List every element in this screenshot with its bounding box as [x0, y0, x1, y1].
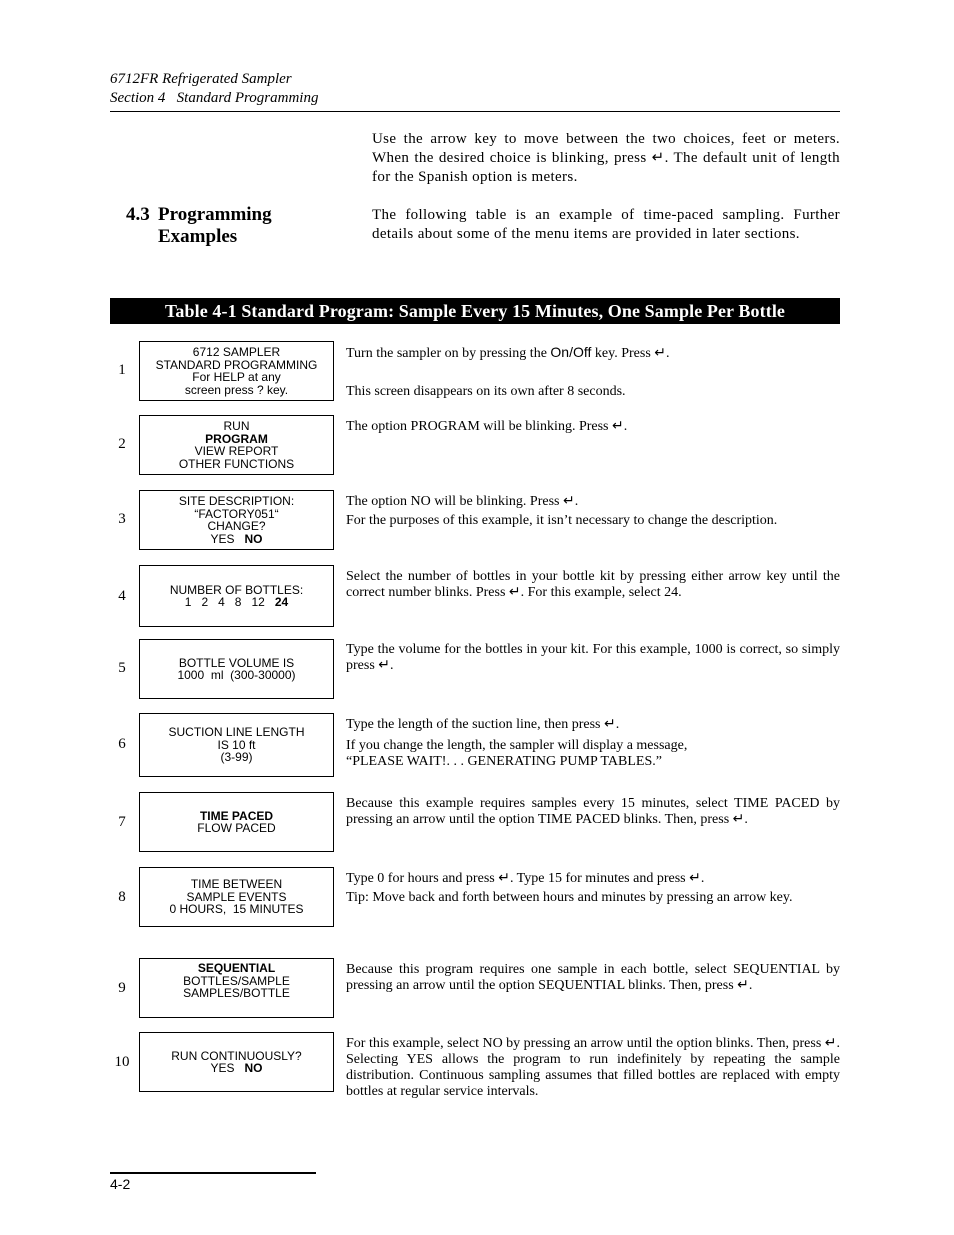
lcd-screen: BOTTLE VOLUME IS 1000 ml (300-30000)	[139, 639, 334, 699]
table-row: 7 TIME PACED FLOW PACED Because this exa…	[110, 791, 840, 853]
selected-option: NO	[244, 531, 263, 546]
screen-line: YES NO	[210, 1061, 263, 1075]
step-number: 2	[118, 436, 126, 452]
header-divider	[110, 111, 840, 112]
description-tip: Tip: Move back and forth between hours a…	[346, 890, 793, 905]
step-description: The option PROGRAM will be blinking. Pre…	[346, 419, 840, 435]
table-row: 6 SUCTION LINE LENGTH IS 10 ft (3-99) Ty…	[110, 712, 840, 778]
screen-line: FLOW PACED	[197, 821, 276, 835]
table-row: 5 BOTTLE VOLUME IS 1000 ml (300-30000) T…	[110, 638, 840, 700]
description-text: Type the volume for the bottles in your …	[346, 642, 840, 673]
screen-line: OTHER FUNCTIONS	[178, 456, 295, 471]
section-heading: 4.3 Programming Examples	[126, 204, 272, 248]
step-description: Turn the sampler on by pressing the On/O…	[346, 344, 840, 400]
selected-option: NO	[244, 1061, 263, 1075]
step-number: 6	[118, 736, 126, 752]
description-note: For the purposes of this example, it isn…	[346, 513, 778, 528]
section-title: Section 4 Standard Programming	[110, 90, 319, 106]
description-note: This screen disappears on its own after …	[346, 384, 626, 399]
description-text: The option NO will be blinking. Press ↵.	[346, 494, 579, 509]
selected-option: 24	[274, 595, 289, 609]
table-row: 8 TIME BETWEEN SAMPLE EVENTS 0 HOURS, 15…	[110, 866, 840, 928]
section-title-line1: Programming	[158, 204, 272, 225]
section-title-line2: Examples	[158, 226, 238, 247]
table-row: 3 SITE DESCRIPTION: “FACTORY051“ CHANGE?…	[110, 489, 840, 551]
intro-paragraph-table: The following table is an example of tim…	[372, 207, 840, 242]
manual-title: 6712FR Refrigerated Sampler	[110, 71, 292, 87]
step-description: For this example, select NO by pressing …	[346, 1036, 840, 1100]
step-description: Type the length of the suction line, the…	[346, 717, 840, 770]
lcd-screen: SUCTION LINE LENGTH IS 10 ft (3-99)	[139, 713, 334, 777]
description-note: If you change the length, the sampler wi…	[346, 738, 688, 769]
lcd-screen: SEQUENTIAL BOTTLES/SAMPLE SAMPLES/BOTTLE	[139, 958, 334, 1018]
description-text: For this example, select NO by pressing …	[346, 1036, 841, 1099]
description-text: Because this program requires one sample…	[346, 962, 840, 993]
intro-paragraph-units: Use the arrow key to move between the tw…	[372, 131, 840, 185]
page-number: 4-2	[110, 1176, 131, 1192]
step-description: The option NO will be blinking. Press ↵.…	[346, 494, 840, 529]
step-number: 8	[118, 889, 126, 905]
table-row: 10 RUN CONTINUOUSLY? YES NO For this exa…	[110, 1031, 840, 1099]
step-description: Select the number of bottles in your bot…	[346, 569, 840, 601]
step-description: Because this example requires samples ev…	[346, 796, 840, 828]
step-description: Type the volume for the bottles in your …	[346, 642, 840, 674]
lcd-screen: RUN CONTINUOUSLY? YES NO	[139, 1032, 334, 1092]
table-row: 4 NUMBER OF BOTTLES: 1 2 4 8 12 24 Selec…	[110, 564, 840, 628]
screen-line: 0 HOURS, 15 MINUTES	[169, 902, 304, 917]
lcd-screen: 6712 SAMPLER STANDARD PROGRAMMING For HE…	[139, 341, 334, 401]
screen-line: YES NO	[210, 531, 263, 546]
lcd-screen: SITE DESCRIPTION: “FACTORY051“ CHANGE? Y…	[139, 490, 334, 550]
screen-line: 1 2 4 8 12 24	[184, 595, 289, 609]
table-row: 1 6712 SAMPLER STANDARD PROGRAMMING For …	[110, 340, 840, 402]
step-number: 9	[118, 980, 126, 996]
screen-line: SITE DESCRIPTION:	[178, 494, 295, 508]
screen-line: 1000 ml (300-30000)	[177, 668, 296, 682]
screen-line: SAMPLES/BOTTLE	[183, 986, 290, 1000]
screen-line: For HELP at any	[192, 370, 281, 384]
screen-line: SUCTION LINE LENGTH	[168, 725, 305, 740]
description-text: Select the number of bottles in your bot…	[346, 569, 840, 600]
section-number: 4.3	[126, 204, 150, 225]
step-number: 1	[118, 362, 126, 378]
screen-line: screen press ? key.	[184, 382, 289, 397]
on-off-key-label: On/Off	[550, 344, 592, 360]
step-number: 3	[118, 511, 126, 527]
step-description: Type 0 for hours and press ↵. Type 15 fo…	[346, 871, 840, 906]
step-number: 10	[114, 1054, 130, 1070]
lcd-screen: RUN PROGRAM VIEW REPORT OTHER FUNCTIONS	[139, 415, 334, 475]
running-header: 6712FR Refrigerated Sampler Section 4 St…	[110, 70, 318, 108]
table-row: 9 SEQUENTIAL BOTTLES/SAMPLE SAMPLES/BOTT…	[110, 957, 840, 1019]
lcd-screen: TIME BETWEEN SAMPLE EVENTS 0 HOURS, 15 M…	[139, 867, 334, 927]
screen-line: 6712 SAMPLER	[192, 345, 281, 359]
footer-divider	[110, 1172, 316, 1174]
lcd-screen: TIME PACED FLOW PACED	[139, 792, 334, 852]
screen-line: VIEW REPORT	[194, 444, 279, 458]
screen-line: (3-99)	[220, 750, 253, 765]
description-text: The option PROGRAM will be blinking. Pre…	[346, 419, 628, 434]
table-title: Table 4-1 Standard Program: Sample Every…	[110, 298, 840, 324]
table-row: 2 RUN PROGRAM VIEW REPORT OTHER FUNCTION…	[110, 414, 840, 476]
step-number: 7	[118, 814, 126, 830]
description-text: Turn the sampler on by pressing the On/O…	[346, 344, 670, 361]
description-text: Because this example requires samples ev…	[346, 796, 840, 827]
step-number: 5	[118, 660, 126, 676]
lcd-screen: NUMBER OF BOTTLES: 1 2 4 8 12 24	[139, 565, 334, 627]
step-description: Because this program requires one sample…	[346, 962, 840, 994]
description-text: Type the length of the suction line, the…	[346, 717, 620, 732]
screen-line: TIME BETWEEN	[190, 877, 283, 892]
description-text: Type 0 for hours and press ↵. Type 15 fo…	[346, 871, 705, 886]
step-number: 4	[118, 588, 126, 604]
screen-line: RUN	[223, 419, 250, 433]
screen-line-selected: SEQUENTIAL	[197, 961, 276, 975]
